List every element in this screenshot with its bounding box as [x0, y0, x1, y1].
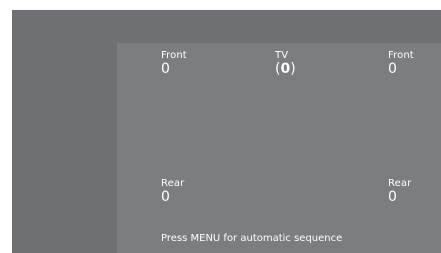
speaker-label: Rear	[161, 178, 185, 189]
menu-hint-text: Press MENU for automatic sequence	[161, 233, 343, 244]
speaker-label: Front	[388, 50, 414, 61]
speaker-level: 0	[280, 61, 291, 77]
speaker-level-selected: (0)	[275, 62, 296, 76]
speaker-label: Rear	[388, 178, 412, 189]
speaker-level: 0	[388, 189, 397, 205]
top-band	[12, 10, 441, 43]
speaker-level: 0	[161, 189, 170, 205]
speaker-label: Front	[161, 50, 187, 61]
speaker-label: TV	[275, 50, 289, 61]
speaker-rear-right[interactable]: Rear 0	[388, 178, 412, 205]
speaker-rear-left[interactable]: Rear 0	[161, 178, 185, 205]
speaker-level: 0	[388, 61, 397, 77]
speaker-level-screen	[12, 10, 441, 253]
speaker-front-left[interactable]: Front 0	[161, 50, 187, 77]
left-band	[12, 43, 117, 253]
paren-close: )	[290, 61, 296, 77]
speaker-front-right[interactable]: Front 0	[388, 50, 414, 77]
speaker-center-tv[interactable]: TV (0)	[275, 50, 296, 77]
speaker-level: 0	[161, 61, 170, 77]
